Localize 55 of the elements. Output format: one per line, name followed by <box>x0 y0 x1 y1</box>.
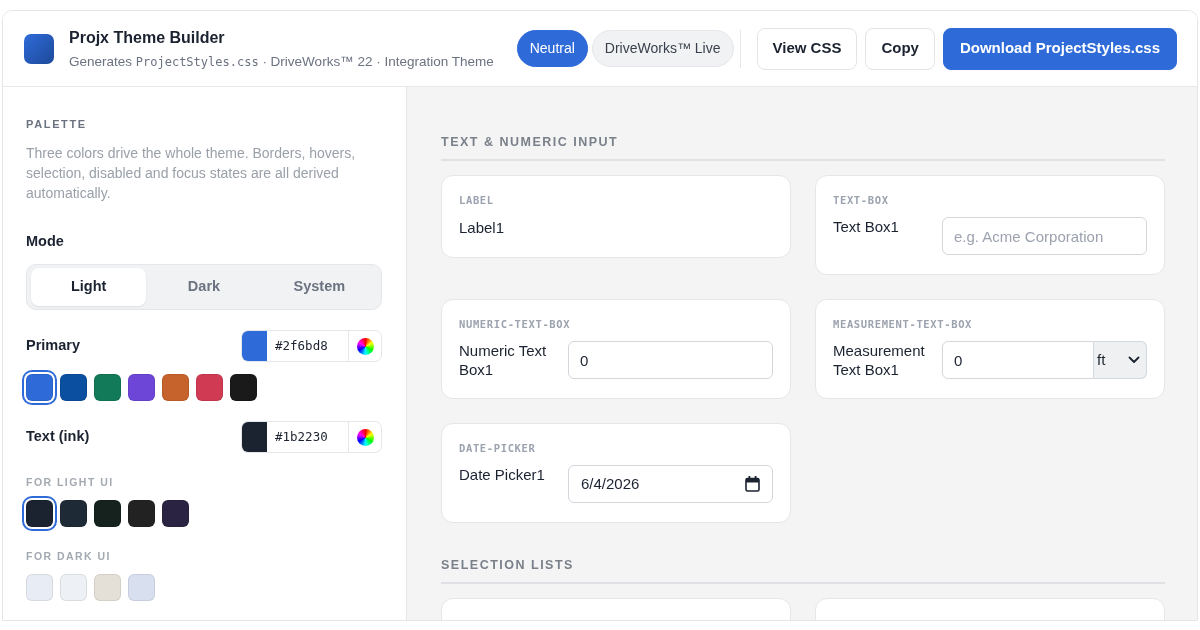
field-label: Text (ink) <box>26 427 90 447</box>
color-swatch-icon[interactable] <box>60 574 87 601</box>
mode-tab[interactable]: Dark <box>146 268 262 306</box>
control-type-label: DATE-PICKER <box>459 441 537 455</box>
color-swatch-icon[interactable] <box>128 574 155 601</box>
color-wheel-icon[interactable] <box>356 428 374 446</box>
color-wheel-icon[interactable] <box>356 337 374 355</box>
field-label: Numeric Text Box1 <box>459 341 548 379</box>
control-type-label: NUMERIC-TEXT-BOX <box>459 317 572 331</box>
control-type-label: MEASUREMENT-TEXT-BOX <box>833 317 974 331</box>
color-swatch-icon[interactable] <box>26 574 53 601</box>
date-field[interactable]: 6/4/2026 <box>568 465 773 503</box>
color-swatch-icon[interactable] <box>162 500 189 527</box>
group-label: FOR DARK UI <box>26 549 112 563</box>
preset-tab[interactable]: DriveWorks™ Live <box>591 30 734 67</box>
color-swatch-icon[interactable] <box>128 500 155 527</box>
control-type-label: TEXT-BOX <box>833 193 890 207</box>
logo-icon <box>24 33 54 64</box>
label-text: Label1 <box>459 218 506 238</box>
description-text: Three colors drive the whole theme. Borders, hovers, selection, disabled and focus states are all derived automatically. <box>26 144 357 203</box>
field-label: Text Box1 <box>833 217 900 236</box>
section-title: SELECTION LISTS <box>441 557 1165 584</box>
measurement-field[interactable]: 0 <box>942 341 1094 379</box>
app-title: Projx Theme Builder <box>69 27 226 48</box>
control-type-label: LABEL <box>459 193 495 207</box>
color-swatch-icon[interactable] <box>60 500 87 527</box>
primary-button[interactable]: Download ProjectStyles.css <box>942 27 1177 70</box>
group-label: FOR LIGHT UI <box>26 475 115 489</box>
app-subtitle: Generates ProjectStyles.css · DriveWorks™ 22 · Integration Theme <box>69 52 494 71</box>
field-label: Primary <box>26 336 80 356</box>
color-input-field[interactable]: #2f6bd8 <box>241 330 382 362</box>
field-label: Measurement Text Box1 <box>833 341 926 379</box>
secondary-button[interactable]: View CSS <box>756 27 858 70</box>
section-title: TEXT & NUMERIC INPUT <box>441 134 1165 161</box>
color-swatch-icon[interactable] <box>94 374 121 401</box>
chevron-down-icon <box>1128 356 1140 364</box>
mode-tab[interactable]: System <box>261 268 377 306</box>
field-label: Date Picker1 <box>459 465 546 484</box>
color-swatch-icon[interactable] <box>94 574 121 601</box>
color-swatch-icon[interactable] <box>60 374 87 401</box>
mode-tab[interactable]: Light <box>31 268 147 306</box>
color-swatch-icon[interactable] <box>230 374 257 401</box>
field-label: Mode <box>26 232 65 251</box>
section-title: PALETTE <box>26 117 88 132</box>
unit-dropdown[interactable]: ft <box>1094 341 1147 379</box>
color-swatch-icon[interactable] <box>94 500 121 527</box>
color-input-field[interactable]: #1b2230 <box>241 421 382 453</box>
preset-tab[interactable]: Neutral <box>516 30 588 67</box>
secondary-button[interactable]: Copy <box>865 27 935 70</box>
color-swatch-icon[interactable] <box>128 374 155 401</box>
calendar-icon <box>745 476 760 492</box>
color-swatch-icon[interactable] <box>162 374 189 401</box>
numeric-field[interactable]: 0 <box>568 341 773 379</box>
text-field[interactable]: e.g. Acme Corporation <box>942 217 1147 255</box>
color-swatch-icon[interactable] <box>196 374 223 401</box>
